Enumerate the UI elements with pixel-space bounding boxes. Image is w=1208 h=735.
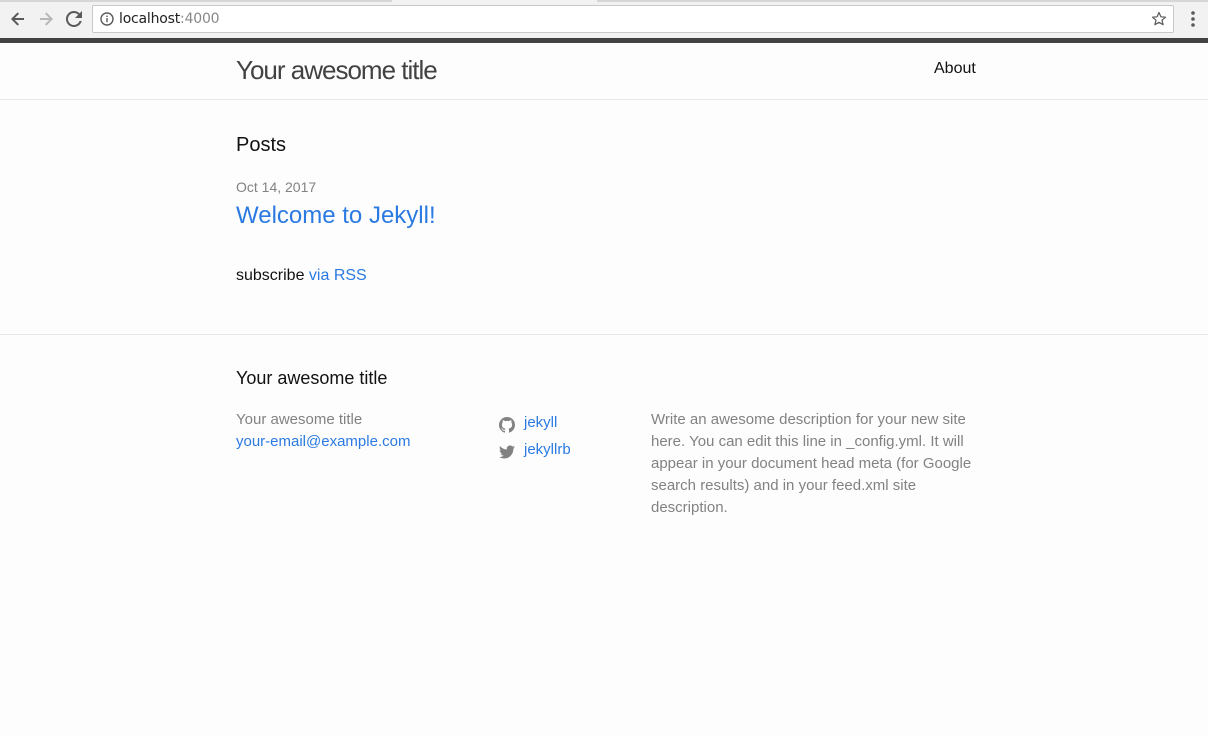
footer-name: Your awesome title: [236, 411, 363, 428]
footer-contact: Your awesome title your-email@example.co…: [236, 409, 410, 453]
address-bar[interactable]: localhost:4000: [92, 5, 1174, 33]
social-item-twitter: jekyllrb: [499, 436, 571, 463]
footer-description: Write an awesome description for your ne…: [651, 411, 972, 516]
post-title-link[interactable]: Welcome to Jekyll!: [236, 202, 436, 230]
footer-email-link[interactable]: your-email@example.com: [236, 431, 410, 453]
rss-prefix: subscribe: [236, 267, 309, 284]
info-icon[interactable]: [100, 12, 114, 26]
site-title-link[interactable]: Your awesome title: [236, 55, 438, 86]
github-link[interactable]: jekyll: [524, 409, 557, 436]
tab-strip-edge: [0, 0, 1208, 2]
reload-icon[interactable]: [64, 9, 84, 29]
menu-dots-icon[interactable]: [1186, 9, 1200, 29]
footer-social: jekyll jekyllrb: [499, 409, 571, 463]
twitter-link[interactable]: jekyllrb: [524, 436, 571, 463]
forward-arrow-icon[interactable]: [36, 9, 56, 29]
rss-link[interactable]: via RSS: [309, 267, 367, 284]
social-item-github: jekyll: [499, 409, 571, 436]
star-icon[interactable]: [1151, 11, 1167, 27]
site-header: Your awesome title About: [0, 43, 1208, 100]
rss-subscribe: subscribe via RSS: [236, 267, 367, 285]
url-host: localhost: [119, 11, 181, 27]
github-icon: [499, 415, 515, 433]
site-footer: Your awesome title Your awesome title yo…: [0, 334, 1208, 735]
url-port: :4000: [180, 11, 220, 27]
twitter-icon: [499, 442, 515, 458]
browser-toolbar: localhost:4000: [0, 0, 1208, 38]
posts-heading: Posts: [236, 134, 287, 156]
post-date: Oct 14, 2017: [236, 179, 317, 195]
back-arrow-icon[interactable]: [8, 9, 28, 29]
nav-link-about[interactable]: About: [934, 60, 976, 78]
footer-heading: Your awesome title: [236, 368, 388, 388]
url-text[interactable]: localhost:4000: [119, 11, 220, 27]
